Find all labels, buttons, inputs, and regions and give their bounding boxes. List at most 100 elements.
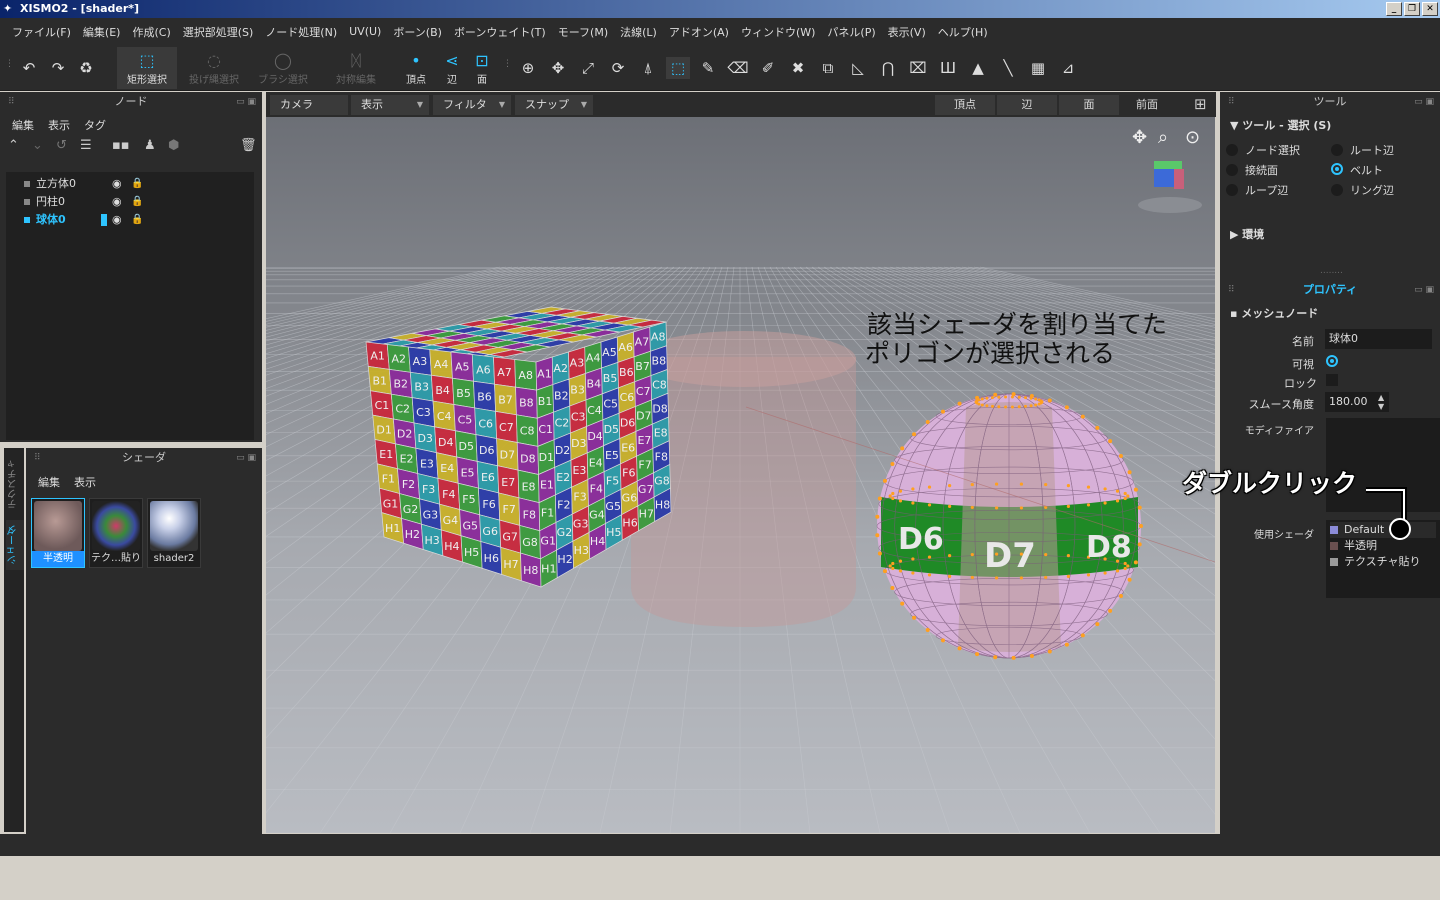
pen-icon[interactable]: ✎: [696, 57, 720, 79]
globe-icon[interactable]: ⊕: [516, 57, 540, 79]
shader-thumb-shader2[interactable]: shader2: [147, 498, 201, 568]
display-menu[interactable]: 表示 ▼: [351, 95, 429, 115]
list-icon[interactable]: ☰: [80, 138, 92, 153]
menu-node[interactable]: ノード処理(N): [259, 24, 343, 40]
menu-view[interactable]: 表示(V): [882, 24, 932, 40]
eye-icon[interactable]: ◉: [112, 211, 122, 229]
rect-select-button[interactable]: ⬚ 矩形選択: [117, 47, 177, 89]
minimize-button[interactable]: _: [1386, 2, 1402, 16]
lock-checkbox[interactable]: [1326, 374, 1338, 386]
panel-controls[interactable]: ▭ ▣: [1414, 92, 1434, 112]
bag-icon[interactable]: ▲: [966, 57, 990, 79]
menu-edit[interactable]: 編集(E): [77, 24, 127, 40]
menu-window[interactable]: ウィンドウ(W): [735, 24, 821, 40]
shader-item-texture[interactable]: テクスチャ貼り: [1330, 554, 1421, 570]
node-menu-tag[interactable]: タグ: [84, 117, 106, 133]
down-arrow-icon[interactable]: ⌄: [32, 138, 43, 153]
node-menu-view[interactable]: 表示: [48, 117, 70, 133]
radio-ring-edge[interactable]: [1331, 184, 1343, 196]
node-menu-edit[interactable]: 編集: [12, 117, 34, 133]
tree-node-cylinder[interactable]: 円柱0 ◉ 🔒: [24, 193, 143, 211]
close-button[interactable]: ✕: [1422, 2, 1438, 16]
spinner-icon[interactable]: ▲ ▼: [1378, 393, 1384, 411]
undo-icon[interactable]: ↶: [17, 57, 41, 79]
knife-icon[interactable]: ✐: [756, 57, 780, 79]
eraser-icon[interactable]: ⌫: [726, 57, 750, 79]
panel-controls[interactable]: ▭ ▣: [236, 448, 256, 468]
menu-create[interactable]: 作成(C): [126, 24, 176, 40]
edge-mode-button[interactable]: ⋖ 辺: [438, 47, 466, 89]
viewport-vertex-button[interactable]: 頂点: [935, 95, 995, 115]
box-icon[interactable]: ⧉: [816, 57, 840, 79]
lock-icon[interactable]: 🔒: [131, 193, 143, 211]
brush-select-button[interactable]: ◯ ブラシ選択: [252, 47, 314, 89]
weld-icon[interactable]: ✖: [786, 57, 810, 79]
grid-icon[interactable]: ▪▪: [112, 138, 130, 153]
tab-texture[interactable]: テクスチャ: [6, 454, 24, 514]
shader-thumb-texture[interactable]: テク…貼り: [89, 498, 143, 568]
menu-selection[interactable]: 選択部処理(S): [177, 24, 260, 40]
snap-menu[interactable]: スナップ ▼: [515, 95, 593, 115]
cube-object[interactable]: A1 A2 A3 A4 A5 A6 A7 A8B1 B2 B3 B4 B5 B6 B7 B8C1 C2 C3 C4…: [365, 306, 672, 588]
env-section-header[interactable]: ▶ 環境: [1230, 226, 1264, 242]
pick-icon[interactable]: ╲: [996, 57, 1020, 79]
shader-menu-edit[interactable]: 編集: [38, 474, 60, 490]
menu-normal[interactable]: 法線(L): [614, 24, 663, 40]
vertex-mode-button[interactable]: • 頂点: [398, 47, 434, 89]
move-icon[interactable]: ✥: [546, 57, 570, 79]
tree-node-cube[interactable]: 立方体0 ◉ 🔒: [24, 175, 143, 193]
lock-icon[interactable]: 🔒: [131, 211, 143, 229]
menu-morph[interactable]: モーフ(M): [552, 24, 614, 40]
viewport-3d[interactable]: A1 A2 A3 A4 A5 A6 A7 A8 B1 B2 B3 B4 B5 B6 B7 B8 C1 C2 C3 C4…: [266, 117, 1215, 833]
bevel-icon[interactable]: ◺: [846, 57, 870, 79]
redo-icon[interactable]: ↷: [46, 57, 70, 79]
camera-menu[interactable]: カメラ: [270, 95, 348, 115]
tree-node-sphere[interactable]: 球体0 ◉ 🔒: [24, 211, 143, 229]
marquee-icon[interactable]: ⬚: [666, 57, 690, 79]
panel-controls[interactable]: ▭ ▣: [236, 92, 256, 112]
eye-icon[interactable]: ◉: [112, 175, 122, 193]
film-icon[interactable]: ▦: [1026, 57, 1050, 79]
menu-bone-weight[interactable]: ボーンウェイト(T): [448, 24, 552, 40]
symmetry-button[interactable]: ᛞ 対称編集: [326, 47, 386, 89]
tool-section-header[interactable]: ▼ ツール - 選択 (S): [1230, 117, 1331, 133]
radio-route-edge[interactable]: [1331, 144, 1343, 156]
scale-icon[interactable]: ⤢: [576, 57, 600, 79]
splitter-grip[interactable]: ........: [1320, 266, 1343, 276]
name-input[interactable]: 球体0: [1325, 329, 1432, 349]
radio-node-select[interactable]: [1226, 144, 1238, 156]
restore-button[interactable]: ❐: [1404, 2, 1420, 16]
visible-toggle[interactable]: [1326, 355, 1338, 367]
tab-shader[interactable]: シェーダ: [6, 520, 24, 570]
trash-icon[interactable]: 🗑: [240, 138, 257, 153]
shader-thumb-translucent[interactable]: 半透明: [31, 498, 85, 568]
menu-file[interactable]: ファイル(F): [6, 24, 77, 40]
split-icon[interactable]: Ш: [936, 57, 960, 79]
viewport-nav-gizmo[interactable]: ✥ ⌕ ⊙: [1132, 127, 1202, 213]
view-cube-icon[interactable]: ⊞: [1194, 95, 1207, 113]
viewport-face-button[interactable]: 面: [1059, 95, 1119, 115]
rotate-icon[interactable]: ⟳: [606, 57, 630, 79]
reparent-icon[interactable]: ↺: [56, 138, 67, 153]
shader-menu-view[interactable]: 表示: [74, 474, 96, 490]
radio-loop-edge[interactable]: [1226, 184, 1238, 196]
view-direction-button[interactable]: 前面: [1126, 95, 1176, 115]
menu-addon[interactable]: アドオン(A): [663, 24, 735, 40]
panel-controls[interactable]: ▭ ▣: [1414, 280, 1434, 300]
cube-icon[interactable]: ⬢: [168, 138, 179, 153]
extrude-icon[interactable]: ⌧: [906, 57, 930, 79]
recycle-icon[interactable]: ♻: [74, 57, 98, 79]
lock-icon[interactable]: 🔒: [131, 175, 143, 193]
lasso-select-button[interactable]: ◌ 投げ縄選択: [182, 47, 246, 89]
face-mode-button[interactable]: ⊡ 面: [468, 47, 496, 89]
viewport-edge-button[interactable]: 辺: [997, 95, 1057, 115]
radio-connected-face[interactable]: [1226, 164, 1238, 176]
filter-menu[interactable]: フィルタ ▼: [433, 95, 511, 115]
eye-icon[interactable]: ◉: [112, 193, 122, 211]
edit-mesh-icon[interactable]: ⊿: [1056, 57, 1080, 79]
menu-uv[interactable]: UV(U): [343, 25, 387, 38]
people-icon[interactable]: ♟: [144, 138, 156, 153]
menu-bone[interactable]: ボーン(B): [387, 24, 448, 40]
pivot-icon[interactable]: ⍋: [636, 57, 660, 79]
bridge-icon[interactable]: ⋂: [876, 57, 900, 79]
